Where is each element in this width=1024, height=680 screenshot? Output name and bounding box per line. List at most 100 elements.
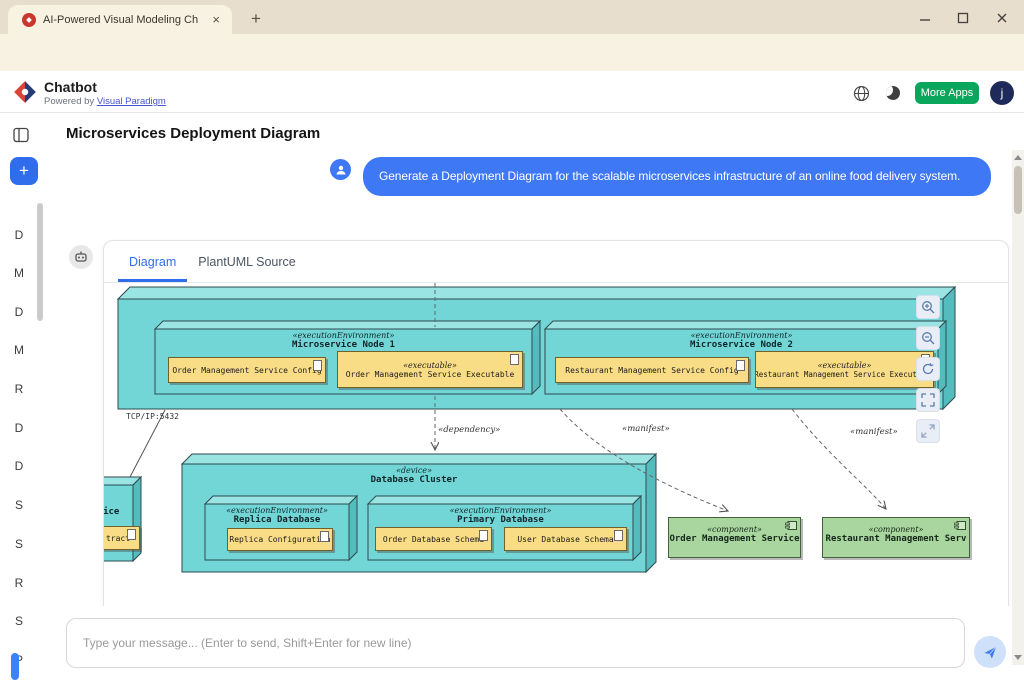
sidebar-item[interactable]: M [0, 266, 38, 280]
powered-by-prefix: Powered by [44, 96, 94, 107]
powered-by-text: Powered by Visual Paradigm [44, 96, 166, 107]
user-message-bubble: Generate a Deployment Diagram for the sc… [363, 157, 991, 196]
message-input[interactable] [66, 618, 965, 668]
window-minimize-button[interactable] [910, 8, 940, 28]
artifact-label: User Database Schema [517, 535, 613, 544]
sidebar-item[interactable]: D [0, 459, 38, 473]
new-chat-button[interactable]: + [10, 157, 38, 185]
language-globe-icon[interactable] [853, 85, 870, 102]
dark-mode-moon-icon[interactable] [886, 86, 900, 100]
artifact-replica-config: Replica Configuration [227, 528, 333, 551]
artifact-label: Replica Configuration [229, 535, 330, 544]
tab-favicon-icon [22, 13, 36, 27]
user-avatar[interactable]: j [990, 81, 1014, 105]
sidebar-item[interactable]: R [0, 576, 38, 590]
component-icon [785, 521, 797, 530]
fullscreen-button[interactable] [916, 419, 940, 443]
artifact-oms-config: Order Management Service Config [168, 357, 326, 383]
edge-label-manifest-1: «manifest» [622, 424, 670, 434]
send-button[interactable] [974, 636, 1006, 668]
zoom-out-icon [921, 331, 935, 345]
component-name: Order Management Service [669, 534, 800, 544]
browser-tab[interactable]: AI-Powered Visual Modeling Ch × [8, 5, 232, 34]
tab-diagram[interactable]: Diagram [118, 241, 187, 282]
artifact-label: Order Database Schema [383, 535, 484, 544]
tab-plantuml-source[interactable]: PlantUML Source [187, 241, 307, 282]
executable-stereotype: «executable» [403, 361, 457, 370]
page-title: Microservices Deployment Diagram [66, 125, 320, 142]
visual-paradigm-link[interactable]: Visual Paradigm [97, 96, 166, 107]
component-stereotype: «component» [823, 525, 969, 534]
assistant-avatar [69, 245, 93, 269]
browser-tab-strip: AI-Powered Visual Modeling Ch × + [0, 0, 1024, 34]
tab-close-icon[interactable]: × [208, 12, 224, 27]
component-restaurant-management: «component» Restaurant Management Serv [822, 517, 970, 558]
component-icon [954, 521, 966, 530]
artifact-label: Order Management Service Executable [346, 370, 515, 379]
window-maximize-button[interactable] [948, 8, 978, 28]
user-message-avatar [330, 159, 351, 180]
zoom-in-icon [921, 300, 935, 314]
artifact-rms-executable: «executable» Restaurant Management Servi… [755, 351, 934, 388]
visual-paradigm-logo [12, 79, 38, 105]
sidebar-item[interactable]: S [0, 537, 38, 551]
artifact-rms-config: Restaurant Management Service Config [555, 357, 749, 383]
artifact-oms-executable: «executable» Order Management Service Ex… [337, 351, 523, 388]
page-scrollbar-thumb[interactable] [1014, 166, 1022, 214]
sidebar-item[interactable]: S [0, 614, 38, 628]
app-title: Chatbot [44, 79, 97, 95]
diagram-shapes [104, 283, 1008, 620]
sidebar-item[interactable]: D [0, 305, 38, 319]
window-close-button[interactable] [987, 8, 1017, 28]
artifact-left-clipped: tract [104, 526, 140, 550]
sidebar-item[interactable]: S [0, 498, 38, 512]
page-scrollbar[interactable] [1012, 150, 1024, 665]
sidebar-scrollbar-thumb[interactable] [37, 203, 43, 321]
sidebar-active-indicator [11, 653, 19, 680]
browser-toolbar: ← → ↻ ai-toolbox.visual-paradigm.com/app… [0, 34, 1024, 71]
browser-window: AI-Powered Visual Modeling Ch × + ← → ↻ … [0, 0, 1024, 680]
component-name: Restaurant Management Serv [823, 534, 969, 544]
artifact-label: Order Management Service Config [172, 366, 321, 375]
close-icon [996, 12, 1008, 24]
edge-label-tcp: TCP/IP:5432 [126, 412, 179, 421]
app-header: Chatbot Powered by Visual Paradigm More … [0, 71, 1024, 113]
zoom-in-button[interactable] [916, 295, 940, 319]
new-tab-button[interactable]: + [244, 8, 268, 32]
send-plane-icon [983, 645, 998, 660]
artifact-label: tract [106, 534, 130, 543]
fit-screen-button[interactable] [916, 388, 940, 412]
fit-screen-icon [921, 393, 935, 407]
maximize-icon [957, 12, 969, 24]
fullscreen-icon [921, 424, 935, 438]
person-icon [335, 164, 347, 176]
assistant-response-card: Diagram PlantUML Source [103, 240, 1009, 620]
component-stereotype: «component» [669, 525, 800, 534]
executable-stereotype: «executable» [818, 361, 872, 370]
tab-title: AI-Powered Visual Modeling Ch [43, 14, 208, 26]
sidebar-item[interactable]: M [0, 343, 38, 357]
edge-label-dependency: «dependency» [438, 425, 500, 435]
sidebar-item[interactable]: D [0, 228, 38, 242]
artifact-label: Restaurant Management Service Executable [755, 370, 934, 379]
scroll-down-icon[interactable] [1014, 655, 1022, 660]
sidebar-item[interactable]: P [0, 653, 38, 667]
more-apps-button[interactable]: More Apps [915, 82, 979, 104]
bot-icon [74, 250, 88, 264]
conversation-sidebar: + D M D M R D D S S R S P [0, 113, 48, 680]
reset-zoom-icon [921, 362, 935, 376]
scroll-up-icon[interactable] [1014, 155, 1022, 160]
component-order-management: «component» Order Management Service [668, 517, 801, 558]
artifact-user-schema: User Database Schema [504, 527, 627, 551]
sidebar-item[interactable]: D [0, 421, 38, 435]
minimize-icon [919, 12, 931, 24]
card-tabs: Diagram PlantUML Source [104, 241, 1008, 283]
edge-label-manifest-2: «manifest» [850, 427, 898, 437]
diagram-canvas[interactable]: «executionEnvironment» Microservice Node… [104, 283, 1008, 620]
sidebar-item[interactable]: R [0, 382, 38, 396]
reset-zoom-button[interactable] [916, 357, 940, 381]
sidebar-toggle-icon[interactable] [13, 127, 29, 143]
message-input-panel [48, 606, 1012, 680]
artifact-label: Restaurant Management Service Config [565, 366, 738, 375]
zoom-out-button[interactable] [916, 326, 940, 350]
